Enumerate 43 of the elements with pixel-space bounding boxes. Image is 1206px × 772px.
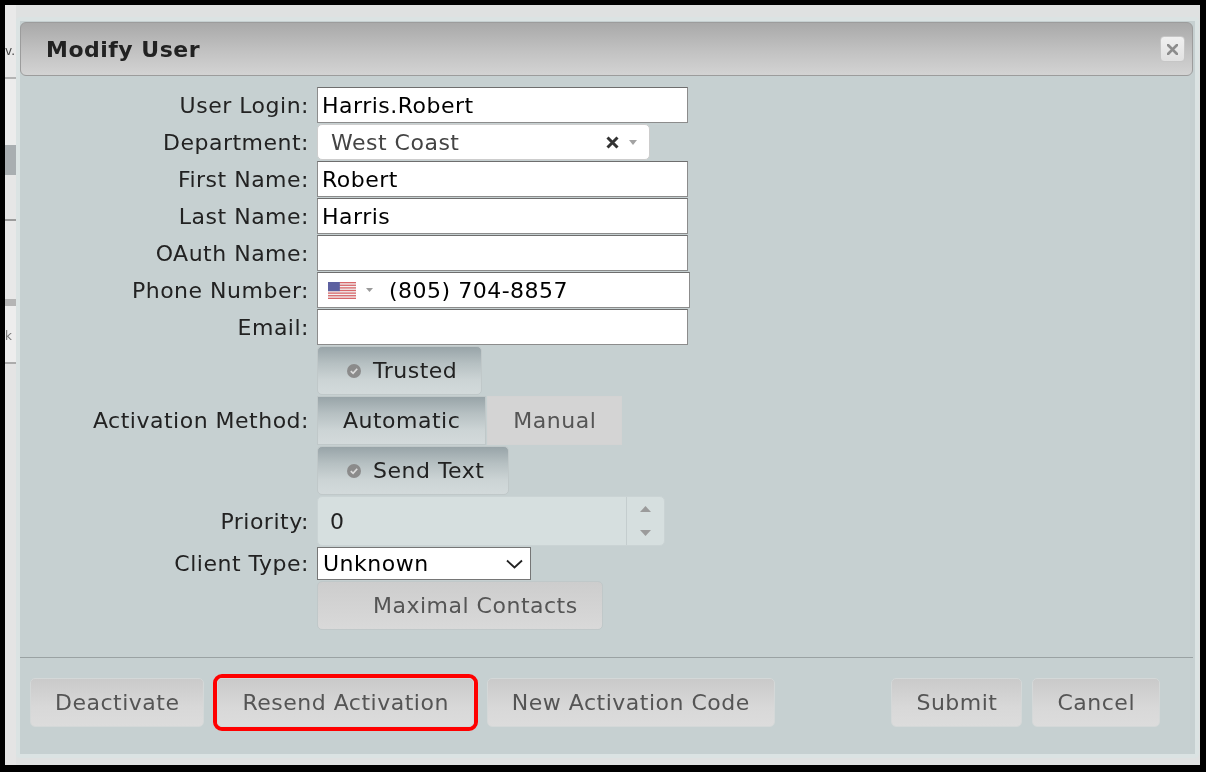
background-text: k bbox=[5, 328, 13, 344]
field-label: Activation Method: bbox=[92, 408, 309, 433]
input-field[interactable] bbox=[317, 235, 688, 271]
input-field[interactable]: Harris.Robert bbox=[317, 87, 688, 123]
triangle-down-icon[interactable] bbox=[640, 530, 651, 536]
close-icon bbox=[1167, 43, 1178, 55]
flag-icon[interactable] bbox=[328, 281, 356, 299]
background-text: v. bbox=[5, 43, 16, 59]
field-label: Email: bbox=[237, 314, 309, 340]
field-label: Phone Number: bbox=[131, 277, 309, 303]
check-circle-icon bbox=[347, 363, 361, 378]
dialog-button[interactable]: Submit bbox=[891, 678, 1023, 727]
dialog-button[interactable]: New Activation Code bbox=[486, 678, 775, 727]
dialog-button[interactable]: Cancel bbox=[1032, 678, 1160, 727]
input-field[interactable]: Harris bbox=[317, 198, 688, 234]
combo-box[interactable]: West Coast bbox=[317, 124, 650, 160]
phone-field[interactable]: (805) 704-8857 bbox=[317, 272, 690, 308]
field-label: User Login: bbox=[179, 92, 309, 118]
toggle-button[interactable]: Send Text bbox=[317, 446, 510, 495]
check-circle-icon bbox=[347, 463, 361, 478]
toggle-button[interactable]: Maximal Contacts bbox=[317, 581, 603, 630]
triangle-up-icon[interactable] bbox=[640, 506, 651, 512]
field-label: Client Type: bbox=[174, 551, 309, 576]
segment-button[interactable]: Manual bbox=[487, 396, 623, 445]
input-field[interactable]: Robert bbox=[317, 161, 688, 197]
close-button[interactable] bbox=[1160, 36, 1185, 62]
caret-down-icon[interactable] bbox=[629, 139, 637, 145]
x-mark-icon[interactable] bbox=[606, 135, 619, 149]
field-label: Department: bbox=[162, 129, 309, 155]
number-spinner[interactable]: 0 bbox=[317, 496, 665, 546]
dialog-title: Modify User bbox=[46, 36, 201, 62]
dialog-button[interactable]: Deactivate bbox=[30, 678, 205, 727]
field-label: First Name: bbox=[177, 166, 309, 192]
field-label: Last Name: bbox=[178, 203, 309, 229]
dropdown[interactable]: Unknown bbox=[317, 547, 531, 580]
field-label: OAuth Name: bbox=[155, 240, 309, 266]
toggle-button[interactable]: Trusted bbox=[317, 346, 483, 395]
dialog-button[interactable]: Resend Activation bbox=[217, 678, 474, 727]
chevron-down-icon[interactable] bbox=[506, 558, 523, 569]
segment-button[interactable]: Automatic bbox=[317, 396, 487, 445]
input-field[interactable] bbox=[317, 309, 688, 345]
field-label: Priority: bbox=[220, 508, 309, 534]
caret-down-icon[interactable] bbox=[366, 288, 373, 292]
